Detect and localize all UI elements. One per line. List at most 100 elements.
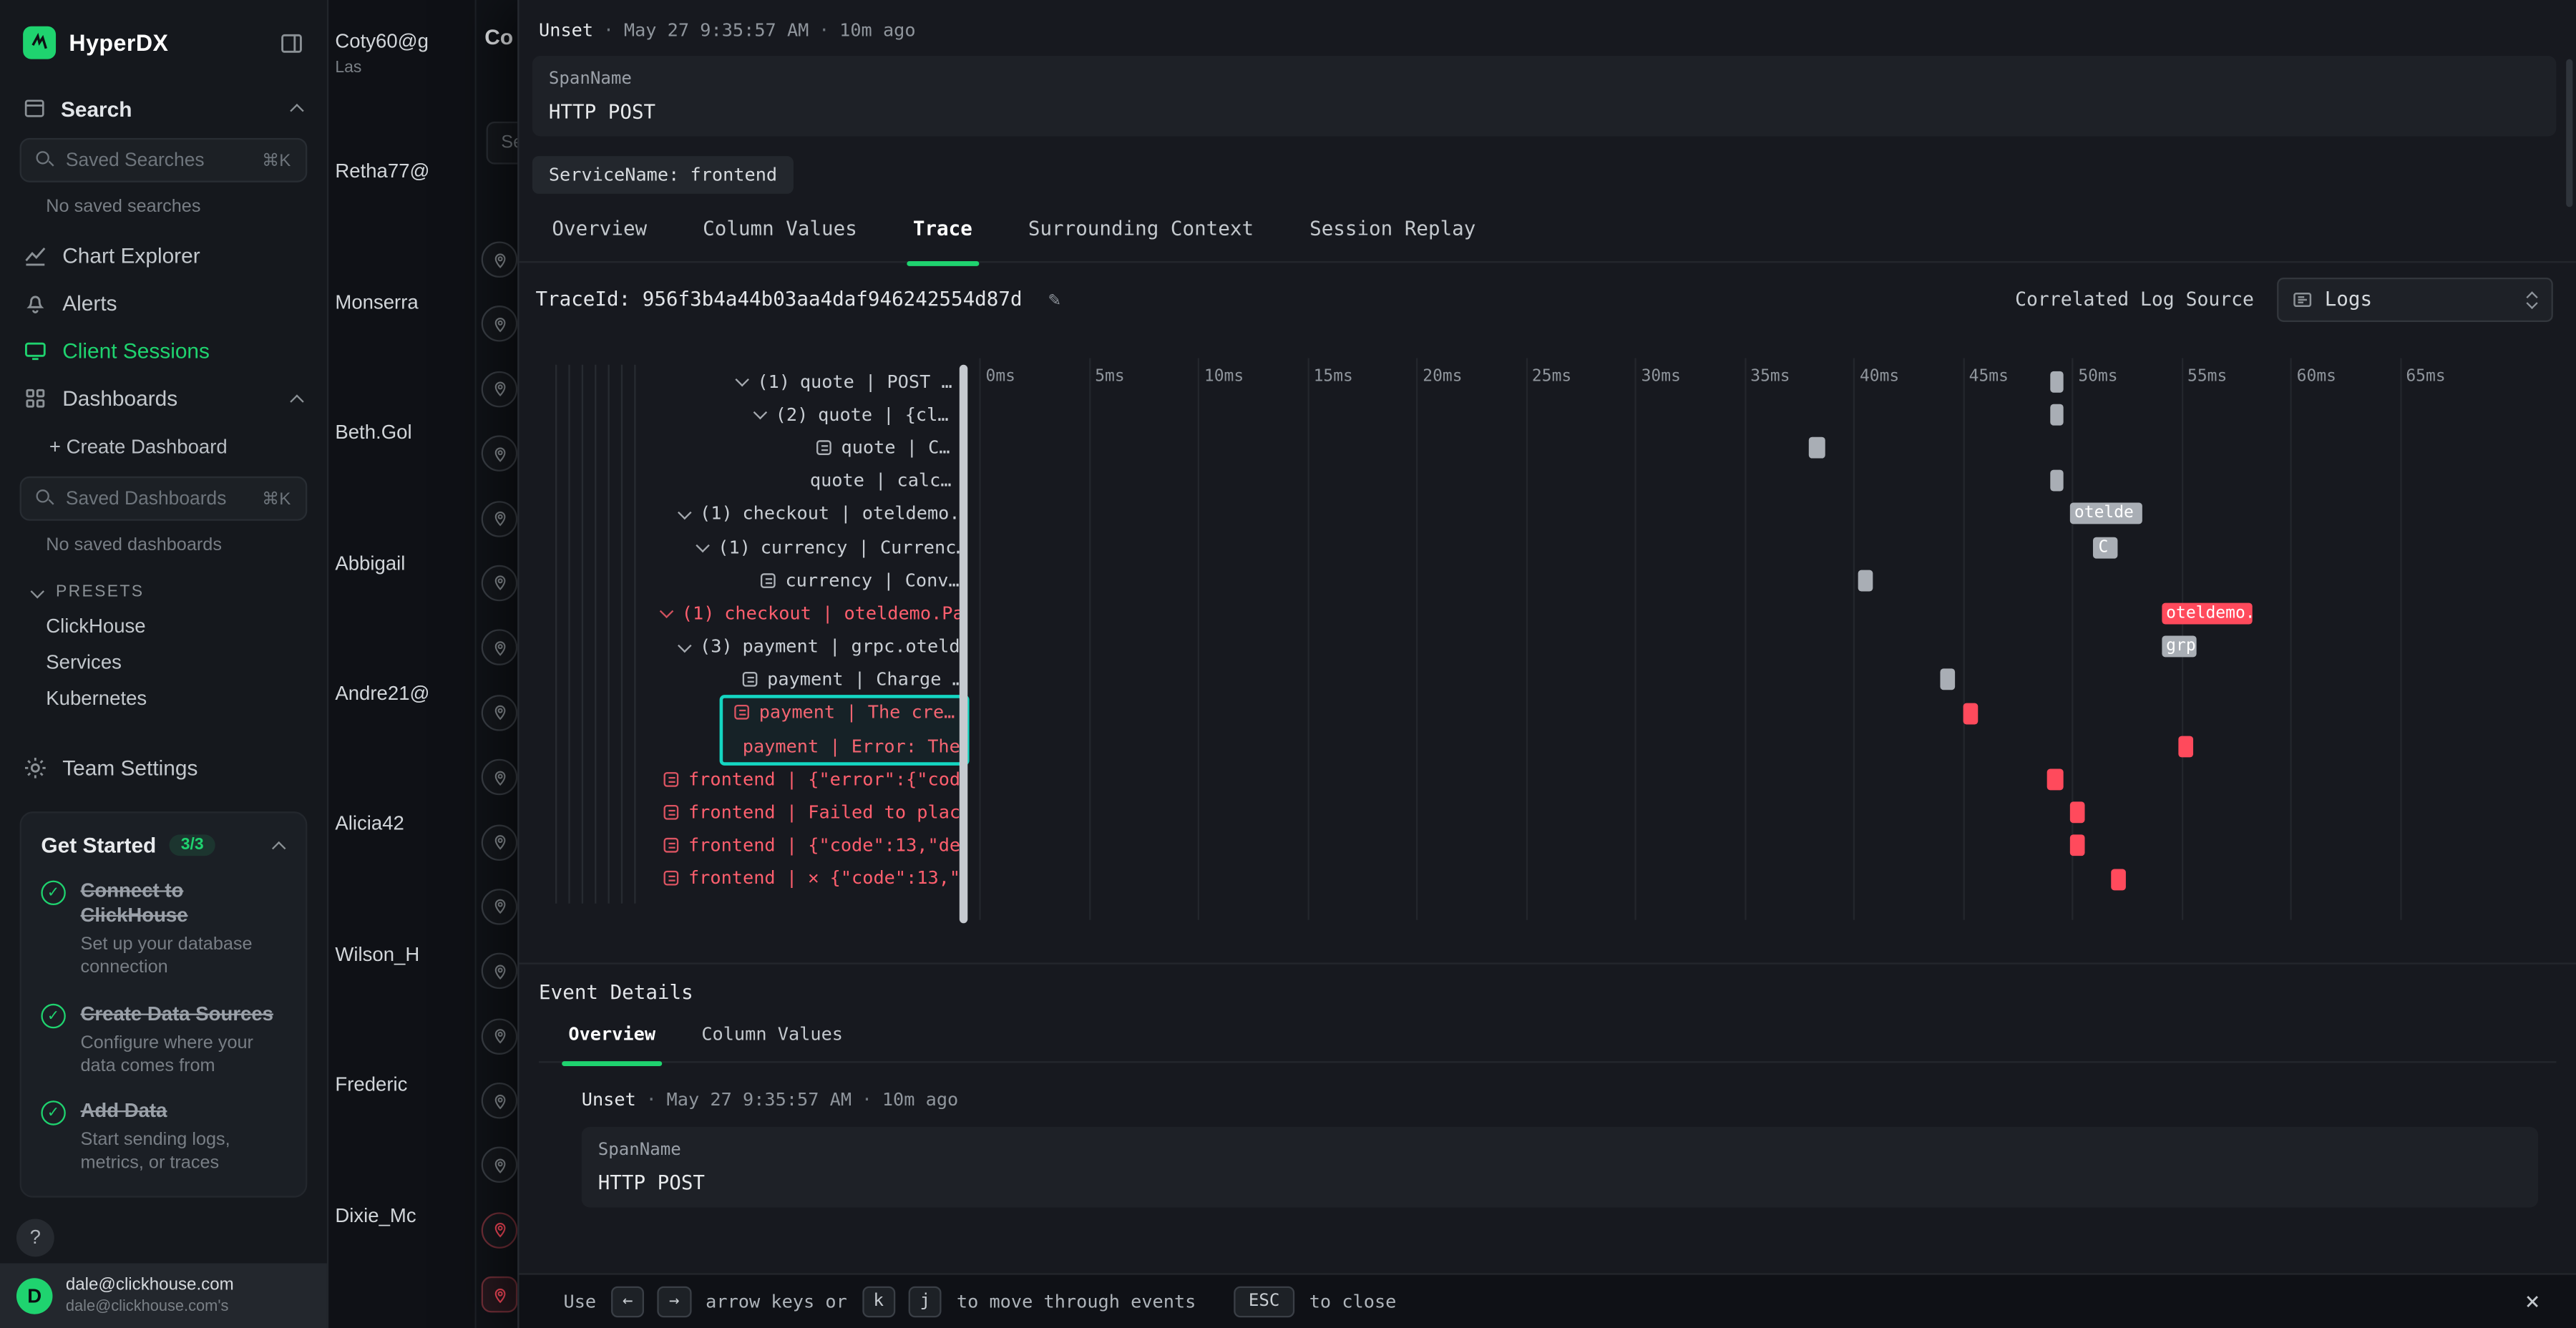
map-pin-icon[interactable] — [482, 695, 518, 731]
get-started-item[interactable]: ✓ Add Data Start sending logs, metrics, … — [41, 1099, 286, 1176]
span-duration-bar[interactable] — [2069, 802, 2084, 824]
span-duration-bar[interactable] — [1810, 437, 1825, 459]
chevron-down-icon[interactable] — [695, 540, 708, 553]
panel-scrollbar[interactable] — [2566, 59, 2572, 208]
span-duration-bar[interactable] — [2050, 371, 2063, 392]
sidebar-item-client-sessions[interactable]: Client Sessions — [0, 327, 327, 375]
trace-tree-row[interactable]: frontend | {"error":{"code… — [552, 763, 966, 796]
session-list-item[interactable]: Dixie_Mc — [328, 1187, 474, 1317]
esc-key[interactable]: ESC — [1234, 1286, 1294, 1317]
map-pin-icon[interactable] — [482, 500, 518, 537]
map-pin-icon[interactable] — [482, 953, 518, 990]
chevron-down-icon[interactable] — [734, 375, 747, 388]
map-pin-icon[interactable] — [482, 1276, 518, 1313]
preset-link[interactable]: Kubernetes — [0, 680, 327, 717]
session-list-item[interactable]: Frederic — [328, 1057, 474, 1187]
trace-tree-row[interactable]: quote | C… — [552, 431, 966, 464]
tab[interactable]: Overview — [568, 1023, 655, 1061]
trace-tree-row[interactable]: (1)checkout | oteldemo.Pa… — [552, 597, 966, 630]
map-pin-icon[interactable] — [482, 565, 518, 602]
help-button[interactable]: ? — [16, 1218, 54, 1256]
create-dashboard-button[interactable]: + Create Dashboard — [0, 422, 327, 470]
get-started-header[interactable]: Get Started 3/3 — [41, 833, 286, 857]
chevron-up-icon[interactable] — [289, 101, 304, 116]
map-pin-icon[interactable] — [482, 759, 518, 796]
chevron-down-icon[interactable] — [677, 640, 690, 653]
j-key[interactable]: j — [909, 1286, 942, 1317]
map-pin-icon[interactable] — [482, 436, 518, 472]
span-duration-bar[interactable] — [2050, 404, 2063, 425]
saved-dashboards-input[interactable]: Saved Dashboards ⌘K — [20, 477, 308, 521]
tree-scrollbar[interactable] — [960, 365, 967, 924]
left-arrow-key[interactable]: ← — [611, 1286, 645, 1317]
trace-tree-row[interactable]: payment | Charge … — [552, 663, 966, 696]
span-duration-bar[interactable]: otelde — [2069, 503, 2142, 524]
trace-tree-row[interactable]: quote | calc… — [552, 464, 966, 497]
service-name-chip[interactable]: ServiceName: frontend — [532, 156, 794, 194]
map-pin-icon[interactable] — [482, 306, 518, 343]
sidebar-section-search[interactable]: Search — [0, 85, 327, 131]
map-pin-icon[interactable] — [482, 1018, 518, 1055]
sidebar-item-team-settings[interactable]: Team Settings — [0, 743, 327, 792]
map-pin-icon[interactable] — [482, 241, 518, 278]
edit-pencil-icon[interactable]: ✎ — [1048, 288, 1060, 311]
chevron-down-icon[interactable] — [753, 408, 766, 421]
span-duration-bar[interactable] — [1858, 570, 1873, 591]
k-key[interactable]: k — [862, 1286, 895, 1317]
map-pin-icon[interactable] — [482, 1212, 518, 1249]
chevron-down-icon[interactable] — [659, 607, 672, 620]
tab[interactable]: Surrounding Context — [1028, 217, 1254, 261]
tab[interactable]: Session Replay — [1309, 217, 1475, 261]
span-duration-bar[interactable] — [2111, 869, 2126, 890]
tab[interactable]: Column Values — [701, 1023, 843, 1061]
sidebar-item-dashboards[interactable]: Dashboards — [0, 374, 327, 422]
session-list-item[interactable]: Abbigail — [328, 534, 474, 665]
trace-tree-row[interactable]: frontend | {"code":13,"det… — [552, 829, 966, 862]
chevron-up-icon[interactable] — [271, 838, 286, 853]
span-duration-bar[interactable] — [1941, 669, 1956, 690]
session-list-item[interactable]: Beth.Gol — [328, 404, 474, 534]
saved-searches-input[interactable]: Saved Searches ⌘K — [20, 138, 308, 182]
chevron-up-icon[interactable] — [289, 391, 304, 406]
map-pin-icon[interactable] — [482, 1083, 518, 1119]
map-pin-icon[interactable] — [482, 630, 518, 666]
session-list-item[interactable]: Retha77@ — [328, 144, 474, 274]
span-duration-bar[interactable] — [1962, 703, 1977, 724]
trace-tree-row[interactable]: (1)currency | Currenc… — [552, 530, 966, 563]
preset-link[interactable]: ClickHouse — [0, 607, 327, 644]
close-icon[interactable]: × — [2525, 1286, 2540, 1316]
span-duration-bar[interactable]: grp — [2161, 636, 2196, 658]
trace-tree-row[interactable]: frontend | ✕ {"code":13,"d… — [552, 862, 966, 895]
session-list-item[interactable]: Alicia42 — [328, 796, 474, 926]
chevron-down-icon[interactable] — [677, 507, 690, 520]
log-source-select[interactable]: Logs — [2277, 277, 2553, 321]
trace-tree-row[interactable]: currency | Conv… — [552, 564, 966, 597]
user-menu[interactable]: D dale@clickhouse.com dale@clickhouse.co… — [0, 1262, 327, 1328]
right-arrow-key[interactable]: → — [658, 1286, 691, 1317]
tab[interactable]: Overview — [552, 217, 647, 261]
trace-tree-row[interactable]: (1)quote | POST … — [552, 365, 966, 398]
trace-tree-row[interactable]: (2)quote | {cl… — [552, 398, 966, 431]
tab[interactable]: Column Values — [703, 217, 857, 261]
sidebar-collapse-icon[interactable] — [279, 30, 303, 54]
span-duration-bar[interactable]: C — [2094, 537, 2118, 558]
trace-tree-row[interactable]: (1)checkout | oteldemo.… — [552, 497, 966, 530]
span-duration-bar[interactable] — [2179, 736, 2194, 757]
presets-header[interactable]: PRESETS — [0, 570, 327, 608]
span-duration-bar[interactable] — [2048, 768, 2063, 790]
map-pin-icon[interactable] — [482, 889, 518, 925]
get-started-item[interactable]: ✓ Connect to ClickHouse Set up your data… — [41, 879, 286, 980]
map-pin-icon[interactable] — [482, 1148, 518, 1184]
trace-tree-row[interactable]: (3)payment | grpc.oteld… — [552, 630, 966, 663]
trace-tree-row[interactable]: frontend | Failed to place… — [552, 796, 966, 829]
tab[interactable]: Trace — [913, 217, 972, 261]
sidebar-item-alerts[interactable]: Alerts — [0, 279, 327, 327]
span-duration-bar[interactable] — [2069, 835, 2084, 856]
session-list-item[interactable]: Monserra — [328, 274, 474, 404]
get-started-item[interactable]: ✓ Create Data Sources Configure where yo… — [41, 1002, 286, 1078]
session-list-item[interactable]: Coty60@g Las — [328, 13, 474, 143]
map-pin-icon[interactable] — [482, 824, 518, 860]
span-duration-bar[interactable] — [2050, 470, 2063, 492]
span-duration-bar[interactable]: oteldemo. — [2161, 603, 2253, 625]
map-pin-icon[interactable] — [482, 371, 518, 407]
